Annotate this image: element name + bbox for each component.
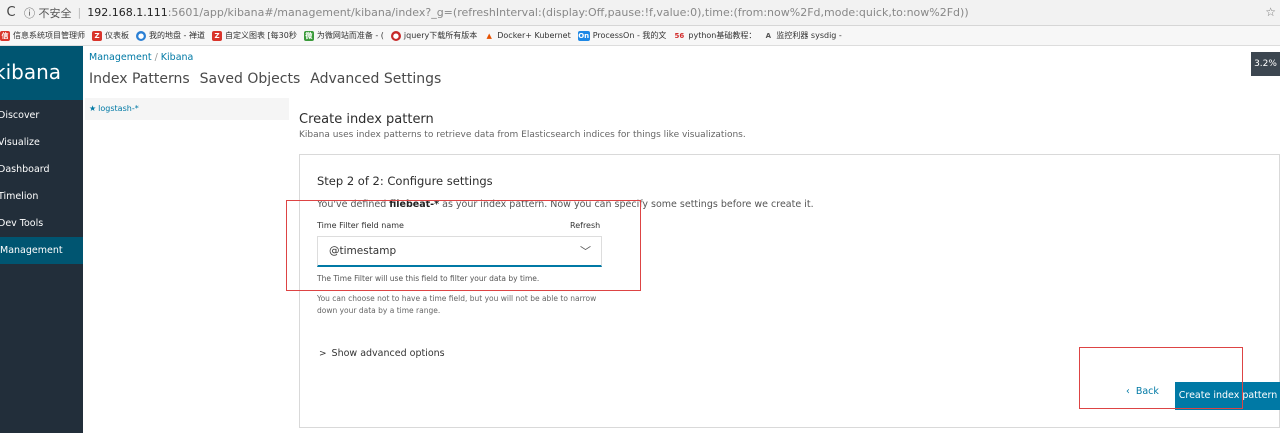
no-time-field-help: You can choose not to have a time field,… xyxy=(317,294,597,315)
annotation-box-time-filter xyxy=(286,200,641,291)
security-indicator[interactable]: ⓘ 不安全 xyxy=(24,5,72,21)
56-icon: 56 xyxy=(674,31,685,40)
url-host[interactable]: 192.168.1.111 xyxy=(87,6,167,19)
chevron-right-icon: > xyxy=(319,349,327,359)
z-icon: Z xyxy=(92,30,102,41)
bookmark-label: jquery下载所有版本 xyxy=(403,31,478,40)
management-tabs: Index Patterns Saved Objects Advanced Se… xyxy=(89,71,451,87)
bookmark-label: ProcessOn - 我的文 xyxy=(592,31,667,40)
address-separator: | xyxy=(77,6,82,19)
bookmark-label: 自定义图表 [每30秒 xyxy=(224,31,297,40)
breadcrumb-management[interactable]: Management xyxy=(89,52,152,63)
advanced-label: Show advanced options xyxy=(331,348,445,359)
bookmark-label: 监控利器 sysdig - xyxy=(776,31,842,40)
bookmark-item[interactable]: ▲ Docker+ Kubernet xyxy=(484,31,571,41)
on-icon: On xyxy=(577,30,590,41)
globe-icon: ● xyxy=(136,30,146,41)
bookmark-label: Docker+ Kubernet xyxy=(497,31,571,40)
bookmark-item[interactable]: 微为微网站而准备 - ( xyxy=(303,30,384,41)
breadcrumb-kibana[interactable]: Kibana xyxy=(161,52,194,63)
breadcrumb: Management / Kibana xyxy=(89,52,193,63)
cpu-usage-badge: 3.2% xyxy=(1251,52,1280,76)
bookmark-item[interactable]: 信信息系统项目管理师 xyxy=(0,30,85,41)
bookmark-item[interactable]: ● 我的地盘 - 禅道 xyxy=(136,30,205,41)
annotation-box-create-button xyxy=(1079,347,1243,409)
breadcrumb-separator: / xyxy=(154,52,158,63)
sidebar-item-discover[interactable]: Discover xyxy=(0,102,83,129)
bookmarks-bar: 信信息系统项目管理师 Z 仪表板 ● 我的地盘 - 禅道 Z 自定义图表 [每30秒 … xyxy=(0,26,1280,46)
bookmark-label: 为微网站而准备 - ( xyxy=(316,31,384,40)
sidebar-nav: Discover Visualize Dashboard Timelion De… xyxy=(0,102,83,264)
page-subtitle: Kibana uses index patterns to retrieve d… xyxy=(299,130,746,140)
circle-icon: ● xyxy=(390,30,401,41)
bookmark-item[interactable]: Z 仪表板 xyxy=(92,30,129,41)
bookmark-label: python基础教程： xyxy=(688,31,757,40)
step-title: Step 2 of 2: Configure settings xyxy=(317,174,493,188)
green-icon: 微 xyxy=(303,30,314,41)
show-advanced-options[interactable]: > Show advanced options xyxy=(319,348,445,359)
building-icon: 信 xyxy=(0,30,10,41)
sidebar-item-dashboard[interactable]: Dashboard xyxy=(0,156,83,183)
bookmark-item[interactable]: 56 python基础教程： xyxy=(673,30,757,41)
bookmark-label: 仪表板 xyxy=(105,31,129,40)
index-pattern-list: ★ logstash-* xyxy=(83,98,289,433)
url-path[interactable]: :5601/app/kibana#/management/kibana/inde… xyxy=(168,6,969,19)
kibana-sidebar: kibana Discover Visualize Dashboard Time… xyxy=(0,46,83,433)
bookmark-star-icon[interactable]: ☆ xyxy=(1265,5,1276,19)
list-item[interactable]: ★ logstash-* xyxy=(85,98,289,120)
tab-advanced-settings[interactable]: Advanced Settings xyxy=(310,71,441,87)
sidebar-item-visualize[interactable]: Visualize xyxy=(0,129,83,156)
sidebar-item-dev-tools[interactable]: Dev Tools xyxy=(0,210,83,237)
tab-saved-objects[interactable]: Saved Objects xyxy=(200,71,301,87)
bookmark-item[interactable]: ● jquery下载所有版本 xyxy=(390,30,478,41)
page-title: Create index pattern xyxy=(299,112,434,127)
bookmark-item[interactable]: On ProcessOn - 我的文 xyxy=(577,30,667,41)
bookmark-label: 我的地盘 - 禅道 xyxy=(149,31,205,40)
reload-icon[interactable]: C xyxy=(2,5,20,20)
tab-index-patterns[interactable]: Index Patterns xyxy=(89,71,190,87)
bookmark-label: 信息系统项目管理师 xyxy=(13,31,85,40)
browser-address-bar[interactable]: C ⓘ 不安全 | 192.168.1.111 :5601/app/kibana… xyxy=(0,0,1280,26)
default-star-icon: ★ xyxy=(89,104,97,113)
ab-icon: A xyxy=(765,31,772,40)
sidebar-item-management[interactable]: Management xyxy=(0,237,83,264)
sidebar-item-timelion[interactable]: Timelion xyxy=(0,183,83,210)
bookmark-item[interactable]: Z 自定义图表 [每30秒 xyxy=(211,30,297,41)
flame-icon: ▲ xyxy=(486,31,492,40)
z-icon: Z xyxy=(211,30,222,41)
kibana-logo[interactable]: kibana xyxy=(0,46,83,100)
pattern-label: logstash-* xyxy=(98,104,139,113)
bookmark-item[interactable]: A 监控利器 sysdig - xyxy=(763,30,842,41)
